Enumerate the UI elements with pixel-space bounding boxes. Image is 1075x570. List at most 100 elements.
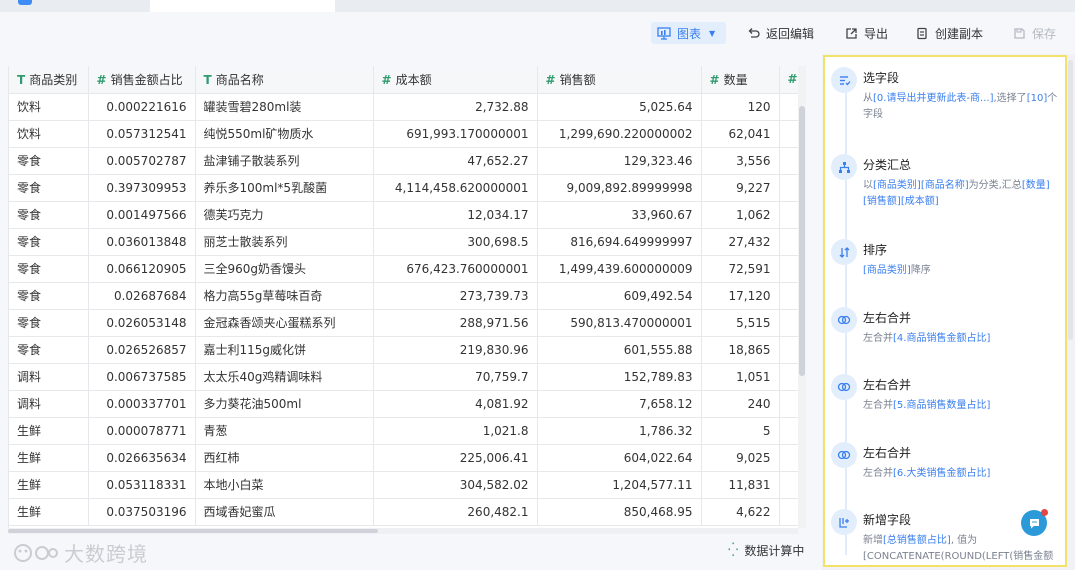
table-row[interactable]: 零食 0.005702787 盐津铺子散装系列 47,652.27 129,323.46… <box>9 147 798 175</box>
table-cell[interactable] <box>779 228 798 256</box>
table-cell[interactable] <box>779 120 798 148</box>
table-cell[interactable]: 0.006737585 <box>88 363 196 391</box>
table-cell[interactable]: 0.037503196 <box>88 498 196 526</box>
column-header[interactable]: # 销售金额占比 <box>88 66 196 94</box>
table-cell[interactable]: 零食 <box>9 336 89 364</box>
table-cell[interactable]: 300,698.5 <box>373 228 538 256</box>
table-cell[interactable]: 601,555.88 <box>537 336 702 364</box>
table-cell[interactable]: 0.001497566 <box>88 201 196 229</box>
table-cell[interactable]: 纯悦550ml矿物质水 <box>195 120 374 148</box>
table-cell[interactable]: 5,025.64 <box>537 93 702 121</box>
table-row[interactable]: 调料 0.000337701 多力葵花油500ml 4,081.92 7,658.12 2… <box>9 390 798 418</box>
table-cell[interactable]: 850,468.95 <box>537 498 702 526</box>
table-cell[interactable]: 4,622 <box>701 498 780 526</box>
table-cell[interactable]: 129,323.46 <box>537 147 702 175</box>
table-cell[interactable]: 生鲜 <box>9 471 89 499</box>
table-cell[interactable]: 零食 <box>9 309 89 337</box>
table-cell[interactable]: 饮料 <box>9 93 89 121</box>
table-cell[interactable]: 德芙巧克力 <box>195 201 374 229</box>
table-cell[interactable]: 0.397309953 <box>88 174 196 202</box>
table-cell[interactable]: 三全960g奶香馒头 <box>195 255 374 283</box>
table-cell[interactable]: 1,499,439.600000009 <box>537 255 702 283</box>
table-cell[interactable]: 0.053118331 <box>88 471 196 499</box>
table-cell[interactable]: 嘉士利115g威化饼 <box>195 336 374 364</box>
table-cell[interactable]: 青葱 <box>195 417 374 445</box>
export-button[interactable]: 导出 <box>845 22 888 44</box>
table-cell[interactable] <box>779 174 798 202</box>
table-cell[interactable]: 盐津铺子散装系列 <box>195 147 374 175</box>
table-cell[interactable]: 1,299,690.220000002 <box>537 120 702 148</box>
table-cell[interactable]: 120 <box>701 93 780 121</box>
table-cell[interactable] <box>779 147 798 175</box>
table-cell[interactable]: 罐装雪碧280ml装 <box>195 93 374 121</box>
table-cell[interactable]: 西域香妃蜜瓜 <box>195 498 374 526</box>
column-header[interactable]: T 商品名称 <box>195 66 374 94</box>
table-cell[interactable]: 饮料 <box>9 120 89 148</box>
scroll-thumb[interactable] <box>799 106 805 376</box>
table-cell[interactable] <box>779 255 798 283</box>
table-cell[interactable]: 152,789.83 <box>537 363 702 391</box>
table-cell[interactable]: 0.026635634 <box>88 444 196 472</box>
table-cell[interactable]: 2,732.88 <box>373 93 538 121</box>
table-cell[interactable]: 1,021.8 <box>373 417 538 445</box>
table-cell[interactable]: 金冠森香颂夹心蛋糕系列 <box>195 309 374 337</box>
table-cell[interactable]: 4,114,458.620000001 <box>373 174 538 202</box>
table-row[interactable]: 生鲜 0.037503196 西域香妃蜜瓜 260,482.1 850,468.95 4,… <box>9 498 798 526</box>
table-cell[interactable]: 18,865 <box>701 336 780 364</box>
table-cell[interactable]: 0.000221616 <box>88 93 196 121</box>
table-row[interactable]: 饮料 0.000221616 罐装雪碧280ml装 2,732.88 5,025.64 1… <box>9 93 798 121</box>
column-header[interactable]: T 商品类别 <box>9 66 89 94</box>
table-cell[interactable]: 12,034.17 <box>373 201 538 229</box>
table-cell[interactable]: 0.036013848 <box>88 228 196 256</box>
table-row[interactable]: 零食 0.026526857 嘉士利115g威化饼 219,830.96 601,555… <box>9 336 798 364</box>
table-cell[interactable] <box>779 282 798 310</box>
table-cell[interactable]: 816,694.649999997 <box>537 228 702 256</box>
table-cell[interactable]: 225,006.41 <box>373 444 538 472</box>
table-cell[interactable]: 304,582.02 <box>373 471 538 499</box>
table-cell[interactable]: 生鲜 <box>9 417 89 445</box>
table-cell[interactable]: 9,025 <box>701 444 780 472</box>
scroll-thumb[interactable] <box>8 529 378 533</box>
chat-support-button[interactable] <box>1021 509 1048 536</box>
chart-button[interactable]: 图表 ▼ <box>651 22 726 44</box>
table-cell[interactable]: 丽芝士散装系列 <box>195 228 374 256</box>
table-cell[interactable]: 17,120 <box>701 282 780 310</box>
table-cell[interactable] <box>779 444 798 472</box>
table-cell[interactable] <box>779 201 798 229</box>
table-cell[interactable]: 0.026053148 <box>88 309 196 337</box>
table-row[interactable]: 零食 0.066120905 三全960g奶香馒头 676,423.760000001… <box>9 255 798 283</box>
table-cell[interactable]: 676,423.760000001 <box>373 255 538 283</box>
vertical-scrollbar[interactable] <box>798 66 806 528</box>
table-cell[interactable]: 零食 <box>9 255 89 283</box>
table-cell[interactable]: 11,831 <box>701 471 780 499</box>
table-cell[interactable]: 70,759.7 <box>373 363 538 391</box>
table-row[interactable]: 生鲜 0.000078771 青葱 1,021.8 1,786.32 5 <box>9 417 798 445</box>
table-row[interactable]: 零食 0.036013848 丽芝士散装系列 300,698.5 816,694.649… <box>9 228 798 256</box>
table-cell[interactable] <box>779 417 798 445</box>
table-cell[interactable] <box>779 93 798 121</box>
table-cell[interactable]: 7,658.12 <box>537 390 702 418</box>
table-cell[interactable]: 1,051 <box>701 363 780 391</box>
table-cell[interactable]: 格力高55g草莓味百奇 <box>195 282 374 310</box>
table-cell[interactable]: 590,813.470000001 <box>537 309 702 337</box>
table-cell[interactable] <box>779 390 798 418</box>
table-cell[interactable] <box>779 336 798 364</box>
table-row[interactable]: 零食 0.001497566 德芙巧克力 12,034.17 33,960.67 1,06… <box>9 201 798 229</box>
table-cell[interactable]: 1,786.32 <box>537 417 702 445</box>
panel-scrollbar[interactable] <box>1068 60 1073 340</box>
table-cell[interactable]: 0.02687684 <box>88 282 196 310</box>
table-cell[interactable]: 1,204,577.11 <box>537 471 702 499</box>
table-cell[interactable]: 604,022.64 <box>537 444 702 472</box>
table-cell[interactable]: 太太乐40g鸡精调味料 <box>195 363 374 391</box>
back-to-edit-button[interactable]: 返回编辑 <box>747 22 814 44</box>
table-cell[interactable]: 47,652.27 <box>373 147 538 175</box>
table-cell[interactable]: 零食 <box>9 174 89 202</box>
column-header[interactable]: # <box>779 66 798 94</box>
table-cell[interactable]: 西红柿 <box>195 444 374 472</box>
table-cell[interactable]: 260,482.1 <box>373 498 538 526</box>
table-cell[interactable]: 273,739.73 <box>373 282 538 310</box>
table-cell[interactable] <box>779 363 798 391</box>
table-cell[interactable]: 0.066120905 <box>88 255 196 283</box>
table-cell[interactable] <box>779 309 798 337</box>
table-cell[interactable]: 4,081.92 <box>373 390 538 418</box>
